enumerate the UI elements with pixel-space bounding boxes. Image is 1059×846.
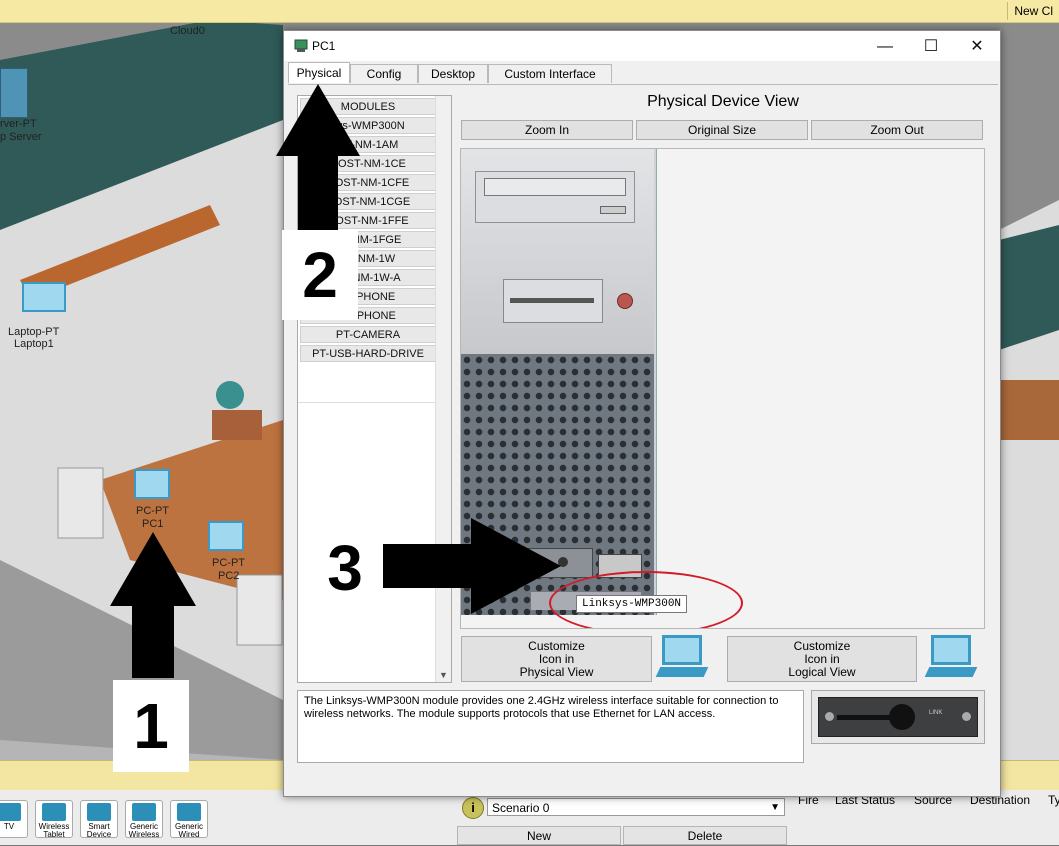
server-icon[interactable]	[0, 68, 28, 118]
close-button[interactable]: ✕	[954, 33, 1000, 61]
device-generic-wireless[interactable]: Generic Wireless	[125, 800, 163, 839]
device-tv[interactable]: TV	[0, 800, 28, 838]
customize-physical-view-button[interactable]: Customize Icon in Physical View	[461, 636, 652, 682]
module-item[interactable]: PT-USB-HARD-DRIVE	[300, 345, 436, 362]
highlight-circle	[549, 571, 743, 628]
chevron-down-icon: ▼	[770, 802, 780, 813]
delete-scenario-button[interactable]: Delete	[623, 826, 787, 845]
drive-eject-button	[600, 206, 626, 214]
cloud-label: Cloud0	[170, 25, 205, 37]
customize-logical-view-button[interactable]: Customize Icon in Logical View	[727, 636, 917, 682]
annotation-number-3: 3	[311, 528, 379, 608]
pc1-device-window: PC1 — ☐ ✕ Physical Config Desktop Custom…	[283, 30, 1001, 797]
server-name-label: p Server	[0, 131, 42, 143]
pc2-icon[interactable]	[208, 521, 244, 551]
pc1-name-label: PC1	[142, 518, 164, 530]
window-title: PC1	[312, 39, 336, 53]
physical-view-title: Physical Device View	[647, 93, 799, 110]
original-size-button[interactable]: Original Size	[636, 120, 808, 140]
pdu-column-type[interactable]: Ty	[1048, 793, 1059, 807]
annotation-arrow-up-1	[110, 532, 196, 678]
zoom-in-button[interactable]: Zoom In	[461, 120, 633, 140]
tab-custom-interface[interactable]: Custom Interface	[488, 64, 612, 83]
module-image-label: LINK	[929, 710, 943, 716]
tower-front-panel	[461, 149, 654, 354]
annotation-number-1: 1	[113, 680, 189, 772]
pc1-icon[interactable]	[134, 469, 170, 499]
pc2-type-label: PC-PT	[212, 557, 245, 569]
scenario-value: Scenario 0	[492, 801, 550, 815]
tab-physical[interactable]: Physical	[288, 62, 350, 83]
pc1-type-label: PC-PT	[136, 505, 169, 517]
annotation-arrow-up-2	[276, 84, 360, 230]
zoom-out-button[interactable]: Zoom Out	[811, 120, 983, 140]
tab-desktop[interactable]: Desktop	[418, 64, 488, 83]
power-button[interactable]	[617, 293, 633, 309]
device-smart-device[interactable]: Smart Device	[80, 800, 118, 839]
maximize-button[interactable]: ☐	[908, 33, 954, 61]
module-item[interactable]: PT-CAMERA	[300, 326, 436, 343]
customize-line: Logical View	[788, 665, 856, 679]
floppy-drive	[503, 279, 603, 323]
annotation-number-2: 2	[282, 230, 358, 320]
tab-config[interactable]: Config	[350, 64, 418, 83]
laptop-icon[interactable]	[22, 282, 66, 312]
customize-line: Physical View	[519, 665, 594, 679]
minimize-button[interactable]: —	[862, 33, 908, 61]
tab-divider	[288, 84, 998, 85]
pc2-name-label: PC2	[218, 570, 240, 582]
optical-drive	[475, 171, 635, 223]
server-type-label: rver-PT	[0, 118, 37, 130]
scenario-select[interactable]: Scenario 0 ▼	[487, 798, 785, 816]
window-title-bar[interactable]: PC1 — ☐ ✕	[284, 31, 1000, 61]
module-image: LINK	[811, 690, 985, 744]
chevron-down-icon[interactable]: ▼	[439, 670, 448, 680]
laptop-name-label: Laptop1	[14, 338, 54, 350]
new-scenario-button[interactable]: New	[457, 826, 621, 845]
new-cluster-button[interactable]: New Cl	[1007, 2, 1059, 20]
info-icon[interactable]: i	[462, 797, 484, 819]
module-description: The Linksys-WMP300N module provides one …	[297, 690, 804, 763]
pc-icon	[924, 635, 978, 683]
module-list-divider	[298, 402, 436, 403]
annotation-arrow-right-3	[383, 518, 561, 614]
packet-tracer-icon	[294, 39, 308, 52]
pc-icon	[655, 635, 709, 683]
device-generic-wired[interactable]: Generic Wired	[170, 800, 208, 839]
device-wireless-tablet[interactable]: Wireless Tablet	[35, 800, 73, 839]
drive-slot	[484, 178, 626, 196]
workspace-top-bar: New Cl	[0, 0, 1059, 23]
